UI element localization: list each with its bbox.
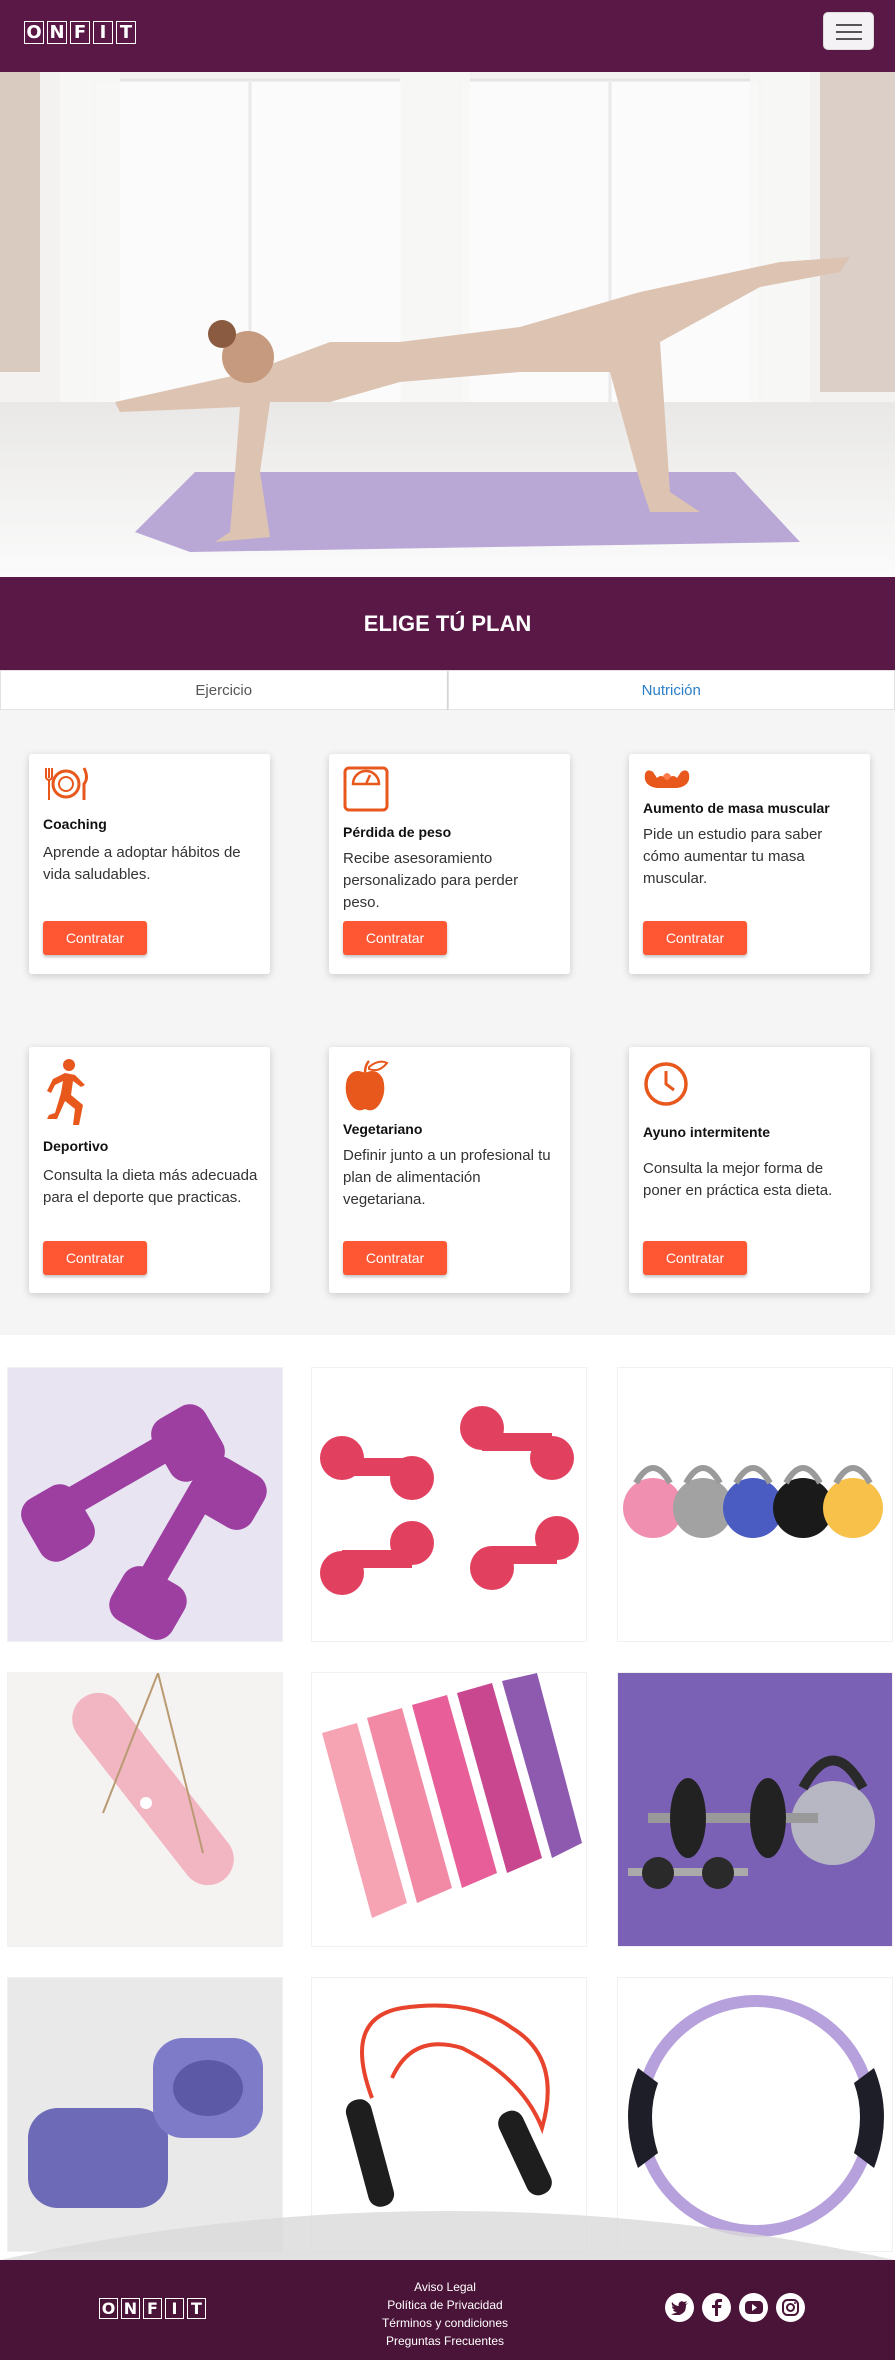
brand-logo[interactable]: O N F I T xyxy=(24,21,139,44)
weights-set-image[interactable] xyxy=(617,1672,893,1947)
clock-icon xyxy=(644,1062,688,1106)
instagram-icon[interactable] xyxy=(776,2293,805,2322)
plan-description: Consulta la mejor forma de poner en prác… xyxy=(643,1160,833,1199)
hamburger-icon xyxy=(836,24,862,26)
hamburger-icon-line xyxy=(836,31,862,33)
logo-letter: T xyxy=(116,21,136,44)
plans-title: ELIGE TÚ PLAN xyxy=(363,611,532,636)
hero-photo xyxy=(0,72,895,577)
contratar-button[interactable]: Contratar xyxy=(343,1241,447,1275)
logo-letter: O xyxy=(24,21,44,44)
plan-description: Definir junto a un profesional tu plan d… xyxy=(343,1147,551,1208)
logo-letter: I xyxy=(93,21,113,44)
plan-title: Ayuno intermitente xyxy=(643,1124,771,1140)
youtube-icon[interactable] xyxy=(739,2293,768,2322)
scale-icon xyxy=(343,766,389,812)
link-terminos[interactable]: Términos y condiciones xyxy=(345,2314,545,2332)
contratar-button[interactable]: Contratar xyxy=(43,1241,147,1275)
plan-title: Vegetariano xyxy=(343,1121,423,1137)
link-aviso-legal[interactable]: Aviso Legal xyxy=(345,2278,545,2296)
logo-letter: T xyxy=(187,2298,206,2319)
plan-description: Pide un estudio para saber cómo aumentar… xyxy=(643,826,823,887)
plan-title: Pérdida de peso xyxy=(343,824,452,840)
plan-description: Consulta la dieta más adecuada para el d… xyxy=(43,1167,258,1206)
dumbbells-pink-image[interactable] xyxy=(311,1367,587,1642)
link-politica-privacidad[interactable]: Política de Privacidad xyxy=(345,2296,545,2314)
plan-card: Ayuno intermitente Consulta la mejor for… xyxy=(629,1047,870,1293)
plan-card: Vegetariano Definir junto a un profesion… xyxy=(329,1047,570,1293)
apple-icon xyxy=(345,1060,389,1111)
plan-title: Aumento de masa muscular xyxy=(643,800,830,816)
logo-letter: N xyxy=(47,21,67,44)
tab-nutricion[interactable]: Nutrición xyxy=(447,670,895,710)
dumbbells-purple-image[interactable] xyxy=(7,1367,283,1642)
muscle-arms-icon xyxy=(644,770,690,788)
contratar-button[interactable]: Contratar xyxy=(43,921,147,955)
footer: O N F I T Aviso Legal Política de Privac… xyxy=(0,2260,895,2360)
plan-tabs: Ejercicio Nutrición xyxy=(0,670,895,710)
yoga-mat-image[interactable] xyxy=(7,1672,283,1947)
plan-title: Deportivo xyxy=(43,1138,109,1154)
logo-letter: I xyxy=(165,2298,184,2319)
logo-letter: N xyxy=(121,2298,140,2319)
footer-logo[interactable]: O N F I T xyxy=(99,2298,209,2319)
resistance-bands-icon xyxy=(322,1673,582,1918)
hamburger-icon-line xyxy=(836,38,862,40)
plate-cutlery-icon xyxy=(45,767,88,800)
kettlebells-image[interactable] xyxy=(617,1367,893,1642)
product-gallery xyxy=(0,1335,895,2260)
dumbbells-purple-icon xyxy=(21,1404,267,1640)
logo-letter: F xyxy=(143,2298,162,2319)
yoga-mat-icon xyxy=(72,1673,234,1886)
plan-card: Pérdida de peso Recibe asesoramiento per… xyxy=(329,754,570,974)
tab-ejercicio[interactable]: Ejercicio xyxy=(0,670,448,710)
contratar-button[interactable]: Contratar xyxy=(343,921,447,955)
weights-set-icon xyxy=(628,1755,875,1889)
contratar-button[interactable]: Contratar xyxy=(643,1241,747,1275)
plan-card: Coaching Aprende a adoptar hábitos de vi… xyxy=(29,754,270,974)
plan-card: Deportivo Consulta la dieta más adecuada… xyxy=(29,1047,270,1293)
decorative-arc xyxy=(0,2211,895,2260)
plan-card: Aumento de masa muscular Pide un estudio… xyxy=(629,754,870,974)
plan-description: Recibe asesoramiento personalizado para … xyxy=(343,850,519,911)
facebook-icon[interactable] xyxy=(702,2293,731,2322)
link-preguntas-frecuentes[interactable]: Preguntas Frecuentes xyxy=(345,2332,545,2350)
menu-toggle-button[interactable] xyxy=(823,12,874,50)
footer-links: Aviso Legal Política de Privacidad Térmi… xyxy=(345,2278,545,2350)
logo-letter: F xyxy=(70,21,90,44)
resistance-bands-image[interactable] xyxy=(311,1672,587,1947)
social-links xyxy=(665,2293,805,2322)
dumbbells-pink-icon xyxy=(320,1406,579,1595)
logo-letter: O xyxy=(99,2298,118,2319)
twitter-icon[interactable] xyxy=(665,2293,694,2322)
plan-description: Aprende a adoptar hábitos de vida saluda… xyxy=(43,844,241,883)
hero-image xyxy=(0,72,895,577)
kettlebells-icon xyxy=(623,1465,883,1538)
plans-header: ELIGE TÚ PLAN xyxy=(0,577,895,670)
plan-title: Coaching xyxy=(43,816,107,832)
contratar-button[interactable]: Contratar xyxy=(643,921,747,955)
plans-section: Coaching Aprende a adoptar hábitos de vi… xyxy=(0,710,895,1335)
runner-icon xyxy=(47,1059,85,1125)
navbar: O N F I T xyxy=(0,0,895,72)
